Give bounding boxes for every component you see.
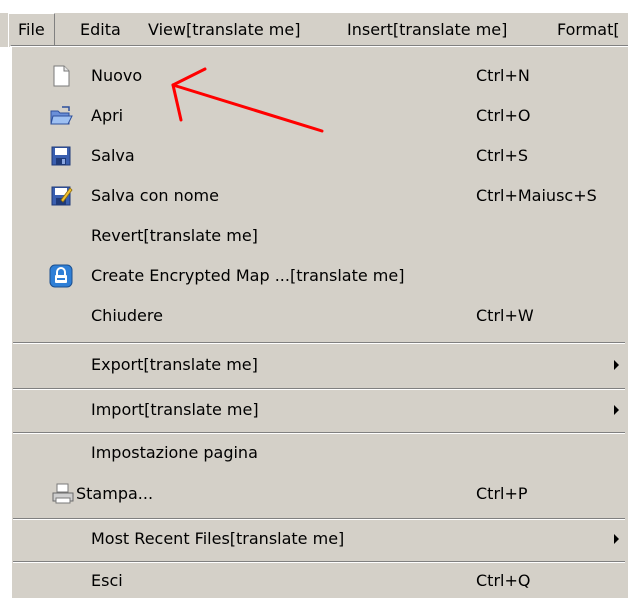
submenu-arrow-icon bbox=[614, 360, 619, 370]
menu-item-label: Stampa... bbox=[76, 484, 154, 503]
menu-item-import[interactable]: Import[translate me] bbox=[11, 390, 628, 430]
save-as-icon bbox=[49, 184, 73, 208]
submenu-arrow-icon bbox=[614, 405, 619, 415]
open-folder-icon bbox=[49, 104, 73, 128]
menu-item-label: Apri bbox=[91, 106, 124, 125]
save-disk-icon bbox=[49, 144, 73, 168]
menu-item-create-encrypted-map[interactable]: Create Encrypted Map ...[translate me] bbox=[11, 256, 628, 296]
menu-item-label: Impostazione pagina bbox=[91, 443, 258, 462]
menu-view[interactable]: View[translate me] bbox=[148, 13, 300, 47]
shortcut-label: Ctrl+Q bbox=[476, 571, 531, 590]
menu-item-label: Export[translate me] bbox=[91, 355, 258, 374]
submenu-arrow-icon bbox=[614, 534, 619, 544]
menu-item-export[interactable]: Export[translate me] bbox=[11, 345, 628, 385]
menu-separator bbox=[13, 342, 625, 344]
menu-item-label: Salva bbox=[91, 146, 135, 165]
shortcut-label: Ctrl+Maiusc+S bbox=[476, 186, 597, 205]
shortcut-label: Ctrl+P bbox=[476, 484, 528, 503]
menu-item-label: Chiudere bbox=[91, 306, 163, 325]
menu-file[interactable]: File bbox=[8, 13, 55, 47]
menu-format[interactable]: Format[ bbox=[557, 13, 620, 47]
menu-item-nuovo[interactable]: Nuovo Ctrl+N bbox=[11, 56, 628, 96]
menu-item-label: Nuovo bbox=[91, 66, 143, 85]
menu-item-label: Esci bbox=[91, 571, 123, 590]
menu-item-stampa[interactable]: Stampa... Ctrl+P bbox=[11, 474, 628, 514]
menu-item-salva-con-nome[interactable]: Salva con nome Ctrl+Maiusc+S bbox=[11, 176, 628, 216]
lock-icon bbox=[49, 264, 73, 288]
menu-insert[interactable]: Insert[translate me] bbox=[347, 13, 507, 47]
menu-bar: File Edita View[translate me] Insert[tra… bbox=[0, 13, 628, 47]
file-menu-dropdown: Nuovo Ctrl+N Apri Ctrl+O Salva Ctrl+S Sa… bbox=[10, 45, 628, 598]
menu-item-label: Most Recent Files[translate me] bbox=[91, 529, 345, 548]
printer-icon bbox=[51, 482, 75, 506]
menu-item-impostazione-pagina[interactable]: Impostazione pagina bbox=[11, 433, 628, 473]
menu-item-esci[interactable]: Esci Ctrl+Q bbox=[11, 561, 628, 601]
menu-edit[interactable]: Edita bbox=[80, 13, 121, 47]
menu-item-label: Revert[translate me] bbox=[91, 226, 258, 245]
menu-item-label: Salva con nome bbox=[91, 186, 219, 205]
shortcut-label: Ctrl+W bbox=[476, 306, 534, 325]
shortcut-label: Ctrl+S bbox=[476, 146, 529, 165]
shortcut-label: Ctrl+O bbox=[476, 106, 531, 125]
new-document-icon bbox=[49, 64, 73, 88]
menu-item-salva[interactable]: Salva Ctrl+S bbox=[11, 136, 628, 176]
menu-item-chiudere[interactable]: Chiudere Ctrl+W bbox=[11, 296, 628, 336]
menu-item-revert[interactable]: Revert[translate me] bbox=[11, 216, 628, 256]
menu-item-label: Import[translate me] bbox=[91, 400, 259, 419]
menu-item-label: Create Encrypted Map ...[translate me] bbox=[91, 266, 405, 285]
shortcut-label: Ctrl+N bbox=[476, 66, 530, 85]
menu-item-most-recent-files[interactable]: Most Recent Files[translate me] bbox=[11, 519, 628, 559]
menu-item-apri[interactable]: Apri Ctrl+O bbox=[11, 96, 628, 136]
